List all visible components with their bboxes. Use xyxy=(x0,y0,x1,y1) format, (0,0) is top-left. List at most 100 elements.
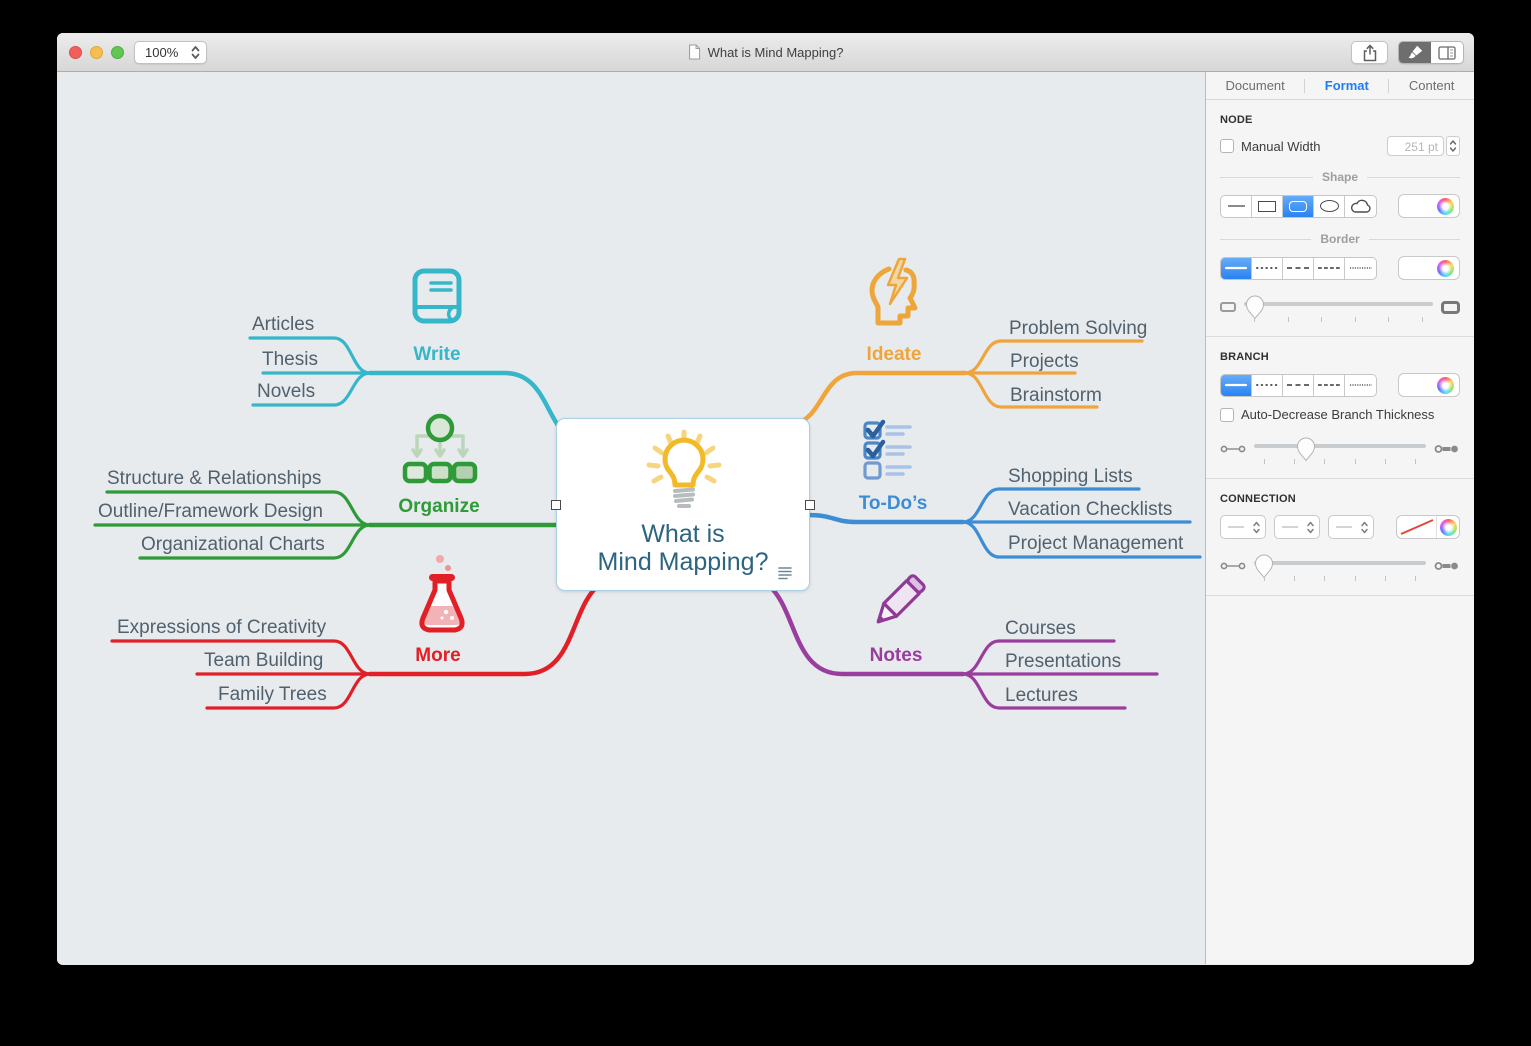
shape-group: Shape xyxy=(1220,170,1460,184)
color-wheel-icon[interactable] xyxy=(1440,519,1457,536)
subtopic-expressions-of-creativity[interactable]: Expressions of Creativity xyxy=(117,617,326,639)
shape-option-ellipse[interactable] xyxy=(1314,196,1345,217)
subtopic-shopping-lists[interactable]: Shopping Lists xyxy=(1008,466,1133,488)
color-wheel-icon[interactable] xyxy=(1437,198,1454,215)
shape-option-line[interactable] xyxy=(1221,196,1252,217)
border-stroke-dashed[interactable] xyxy=(1283,258,1314,279)
topic-ideate[interactable]: Ideate xyxy=(867,344,922,366)
inspector-tabs: Document Format Content xyxy=(1206,72,1474,100)
border-color-well[interactable] xyxy=(1398,256,1460,280)
subtopic-courses[interactable]: Courses xyxy=(1005,618,1076,640)
panel-toggle-button[interactable] xyxy=(1431,42,1463,63)
subtopic-organizational-charts[interactable]: Organizational Charts xyxy=(141,534,325,556)
subtopic-problem-solving[interactable]: Problem Solving xyxy=(1009,318,1147,340)
border-width-track[interactable] xyxy=(1244,302,1433,306)
color-wheel-icon[interactable] xyxy=(1437,377,1454,394)
connection-start-style-stepper[interactable] xyxy=(1220,515,1266,539)
border-stroke-solid[interactable] xyxy=(1221,258,1252,279)
mindmap-canvas[interactable]: Write Organize More Ideate To-Do’s Notes… xyxy=(57,72,1205,964)
branch-thickness-track[interactable] xyxy=(1254,444,1426,448)
topic-organize[interactable]: Organize xyxy=(398,496,479,518)
brush-icon xyxy=(1407,44,1424,61)
subtopic-lectures[interactable]: Lectures xyxy=(1005,685,1078,707)
connection-middle-style-stepper[interactable] xyxy=(1274,515,1320,539)
subtopic-thesis[interactable]: Thesis xyxy=(262,349,318,371)
border-stroke-dotted[interactable] xyxy=(1252,258,1283,279)
document-icon xyxy=(688,44,701,60)
subtopic-novels[interactable]: Novels xyxy=(257,381,315,403)
connection-end-style-stepper[interactable] xyxy=(1328,515,1374,539)
subtopic-vacation-checklists[interactable]: Vacation Checklists xyxy=(1008,499,1172,521)
stepper-chevrons-icon[interactable] xyxy=(190,44,201,61)
shape-segmented-control xyxy=(1220,195,1377,218)
branch-stroke-segmented-control xyxy=(1220,374,1377,397)
tab-content[interactable]: Content xyxy=(1409,78,1455,93)
share-button[interactable] xyxy=(1351,41,1388,64)
zoom-stepper[interactable]: 100% xyxy=(134,41,207,64)
branch-stroke-dotted[interactable] xyxy=(1252,375,1283,396)
selection-handle-left[interactable] xyxy=(551,500,561,510)
manual-width-field[interactable] xyxy=(1387,136,1444,156)
shape-option-rectangle[interactable] xyxy=(1252,196,1283,217)
subtopic-brainstorm[interactable]: Brainstorm xyxy=(1010,385,1102,407)
connection-width-slider-row xyxy=(1220,551,1460,581)
central-node[interactable]: What is Mind Mapping? xyxy=(556,418,810,591)
color-wheel-icon[interactable] xyxy=(1437,260,1454,277)
branch-stroke-solid[interactable] xyxy=(1221,375,1252,396)
subtopic-family-trees[interactable]: Family Trees xyxy=(218,684,327,706)
pencil-icon xyxy=(870,571,926,633)
shape-option-cloud[interactable] xyxy=(1345,196,1376,217)
tab-document[interactable]: Document xyxy=(1226,78,1285,93)
flask-icon xyxy=(416,554,468,642)
topic-notes[interactable]: Notes xyxy=(870,645,923,667)
branch-notes-lines[interactable] xyxy=(767,584,1157,708)
subtopic-presentations[interactable]: Presentations xyxy=(1005,651,1121,673)
branch-ideate-lines[interactable] xyxy=(794,341,1142,424)
branch-more-lines[interactable] xyxy=(112,584,600,708)
branch-stroke-fine-dotted[interactable] xyxy=(1345,375,1376,396)
node-section-header: NODE xyxy=(1220,114,1460,126)
central-topic-line2: Mind Mapping? xyxy=(557,548,809,577)
share-icon xyxy=(1362,44,1378,62)
selection-handle-right[interactable] xyxy=(805,500,815,510)
node-fill-color-well[interactable] xyxy=(1398,194,1460,218)
manual-width-checkbox[interactable] xyxy=(1220,139,1234,153)
auto-decrease-label: Auto-Decrease Branch Thickness xyxy=(1241,407,1434,422)
manual-width-label: Manual Width xyxy=(1241,139,1320,154)
branch-stroke-long-dashed[interactable] xyxy=(1314,375,1345,396)
checklist-icon xyxy=(862,419,922,481)
note-indicator-icon[interactable] xyxy=(778,566,792,580)
border-stroke-long-dashed[interactable] xyxy=(1314,258,1345,279)
inspector-sidebar: Document Format Content NODE Manual Widt… xyxy=(1205,72,1474,964)
close-button[interactable] xyxy=(69,46,82,59)
topic-todos[interactable]: To-Do’s xyxy=(859,493,928,515)
branch-color-well[interactable] xyxy=(1398,373,1460,397)
window-title-area: What is Mind Mapping? xyxy=(688,33,844,71)
thin-connection-icon xyxy=(1220,561,1246,571)
thick-connection-icon xyxy=(1434,560,1460,572)
border-stroke-fine-dotted[interactable] xyxy=(1345,258,1376,279)
subtopic-structure-relationships[interactable]: Structure & Relationships xyxy=(107,468,321,490)
auto-decrease-checkbox[interactable] xyxy=(1220,408,1234,422)
thick-branch-icon xyxy=(1434,443,1460,455)
connection-section-header: CONNECTION xyxy=(1220,493,1460,505)
manual-width-stepper[interactable] xyxy=(1446,136,1460,156)
format-inspector-button[interactable] xyxy=(1399,42,1431,63)
shape-option-rounded-rectangle[interactable] xyxy=(1283,196,1314,217)
zoom-window-button[interactable] xyxy=(111,46,124,59)
connection-width-track[interactable] xyxy=(1254,561,1426,565)
border-width-slider-row xyxy=(1220,292,1460,322)
connection-color-well[interactable] xyxy=(1396,515,1460,539)
subtopic-outline-framework-design[interactable]: Outline/Framework Design xyxy=(98,501,323,523)
branch-stroke-dashed[interactable] xyxy=(1283,375,1314,396)
shape-group-label: Shape xyxy=(1322,170,1358,184)
minimize-button[interactable] xyxy=(90,46,103,59)
tab-format[interactable]: Format xyxy=(1325,78,1369,93)
subtopic-project-management[interactable]: Project Management xyxy=(1008,533,1183,555)
branch-section-header: BRANCH xyxy=(1220,351,1460,363)
topic-more[interactable]: More xyxy=(415,645,460,667)
subtopic-projects[interactable]: Projects xyxy=(1010,351,1079,373)
subtopic-team-building[interactable]: Team Building xyxy=(204,650,323,672)
subtopic-articles[interactable]: Articles xyxy=(252,314,314,336)
topic-write[interactable]: Write xyxy=(413,344,460,366)
